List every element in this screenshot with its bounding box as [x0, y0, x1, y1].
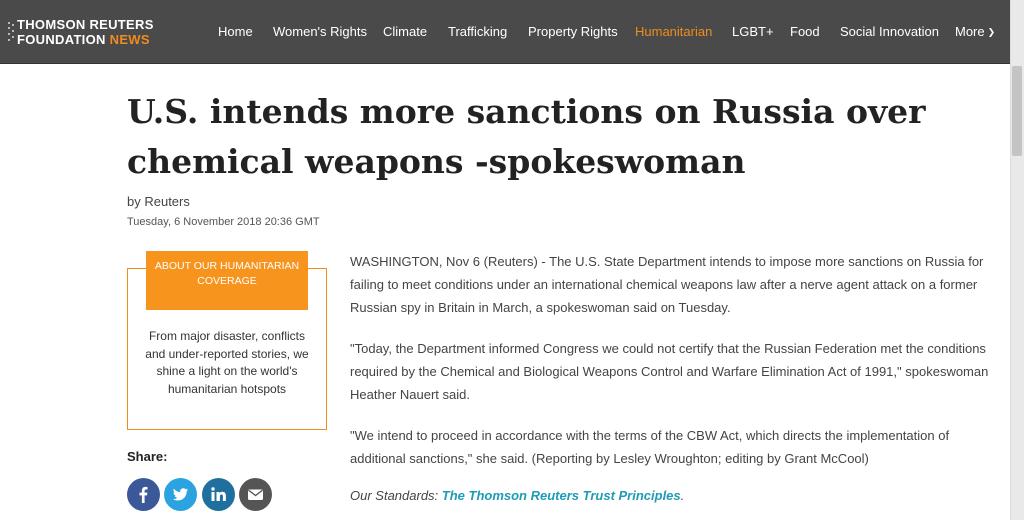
email-icon — [248, 489, 263, 500]
nav-item-social-innovation[interactable]: Social Innovation — [840, 24, 939, 39]
standards-prefix: Our Standards: — [350, 488, 439, 503]
nav-item-home[interactable]: Home — [218, 24, 253, 39]
twitter-icon — [173, 488, 188, 501]
chevron-down-icon: ❯ — [987, 27, 996, 37]
facebook-share-button[interactable] — [127, 478, 160, 511]
article-byline: by Reuters — [127, 194, 190, 209]
email-share-button[interactable] — [239, 478, 272, 511]
headline-line-2: chemical weapons -spokeswoman — [127, 142, 746, 181]
article-headline: U.S. intends more sanctions on Russia ov… — [127, 87, 927, 187]
promo-text: From major disaster, conflicts and under… — [145, 329, 309, 396]
logo-news: NEWS — [109, 32, 150, 47]
standards-suffix: . — [680, 488, 685, 503]
article-body: WASHINGTON, Nov 6 (Reuters) - The U.S. S… — [350, 250, 1000, 503]
logo-line-1: THOMSON REUTERS — [17, 17, 154, 32]
article-date: Tuesday, 6 November 2018 20:36 GMT — [127, 216, 320, 228]
nav-item-humanitarian[interactable]: Humanitarian — [635, 24, 712, 39]
logo-dots-icon — [8, 22, 16, 42]
nav-item-property-rights[interactable]: Property Rights — [528, 24, 618, 39]
twitter-share-button[interactable] — [164, 478, 197, 511]
nav-item-climate[interactable]: Climate — [383, 24, 427, 39]
article-paragraph-1: WASHINGTON, Nov 6 (Reuters) - The U.S. S… — [350, 254, 984, 315]
logo-line-2: FOUNDATION NEWS — [17, 32, 150, 47]
nav-item-womens-rights[interactable]: Women's Rights — [273, 24, 367, 39]
our-standards: Our Standards: The Thomson Reuters Trust… — [350, 488, 1000, 503]
scrollbar-thumb[interactable] — [1012, 66, 1022, 156]
nav-item-food[interactable]: Food — [790, 24, 820, 39]
share-label: Share: — [127, 449, 168, 464]
nav-item-trafficking[interactable]: Trafficking — [448, 24, 507, 39]
article-paragraph-2: "Today, the Department informed Congress… — [350, 341, 989, 402]
linkedin-icon — [211, 487, 226, 501]
nav-item-lgbt[interactable]: LGBT+ — [732, 24, 774, 39]
site-header: THOMSON REUTERS FOUNDATION NEWS Home Wom… — [0, 0, 1024, 64]
facebook-icon — [139, 486, 148, 503]
linkedin-share-button[interactable] — [202, 478, 235, 511]
page-scrollbar[interactable] — [1010, 0, 1024, 520]
article-paragraph-3: "We intend to proceed in accordance with… — [350, 428, 950, 466]
site-logo[interactable]: THOMSON REUTERS FOUNDATION NEWS — [8, 17, 158, 49]
nav-item-more[interactable]: More ❯ — [955, 24, 995, 39]
trust-principles-link[interactable]: The Thomson Reuters Trust Principles — [442, 488, 681, 503]
promo-heading[interactable]: ABOUT OUR HUMANITARIAN COVERAGE — [146, 251, 308, 310]
headline-line-1: U.S. intends more sanctions on Russia ov… — [127, 92, 926, 131]
